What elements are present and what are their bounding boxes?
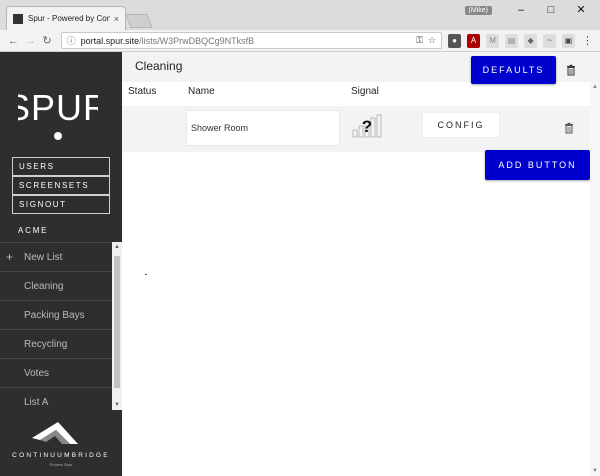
config-button[interactable]: CONFIG: [422, 112, 500, 138]
sidebar-item-list-a[interactable]: List A: [0, 387, 122, 410]
defaults-button[interactable]: DEFAULTS: [471, 56, 556, 84]
sidebar-item-cleaning[interactable]: Cleaning: [0, 271, 122, 300]
continuumbridge-logo: CONTINUUMBRIDGE Powers Spur: [12, 422, 110, 467]
bookmark-star-icon[interactable]: ☆: [428, 35, 436, 46]
sidebar: SPUR USERS SCREENSETS SIGNOUT ACME + New…: [0, 52, 122, 476]
forward-icon[interactable]: →: [23, 35, 38, 47]
close-window-button[interactable]: ✕: [568, 2, 594, 18]
main-panel: Cleaning DEFAULTS Status Name Signal Sho…: [122, 52, 600, 476]
sidebar-scrollbar[interactable]: ▲ ▼: [112, 242, 122, 410]
main-scroll-down-icon[interactable]: ▼: [590, 468, 600, 474]
signal-unknown-glyph: ?: [362, 117, 372, 136]
signal-strength-icon: ?: [352, 114, 382, 138]
address-bar[interactable]: ⓘ portal.spur.site/lists/W3PrwDBQCg9NTks…: [60, 32, 443, 49]
window-extension-icon[interactable]: ▣: [562, 33, 576, 48]
nav-users[interactable]: USERS: [12, 157, 110, 176]
favicon-icon: [13, 13, 23, 24]
menu-dots-icon[interactable]: ⋮: [581, 34, 594, 48]
tab-close-icon[interactable]: ×: [114, 14, 119, 24]
sidebar-item-packing-bays[interactable]: Packing Bays: [0, 300, 122, 329]
main-scroll-up-icon[interactable]: ▲: [590, 84, 600, 90]
url-host: portal.spur.site: [80, 35, 140, 46]
footer-brand: CONTINUUMBRIDGE: [12, 452, 110, 459]
wave-extension-icon[interactable]: ~: [543, 33, 557, 48]
delete-list-trash-icon[interactable]: [566, 64, 576, 76]
browser-toolbar: ← → ↻ ⓘ portal.spur.site/lists/W3PrwDBQC…: [0, 30, 600, 52]
main-scrollbar[interactable]: ▲ ▼: [590, 82, 600, 476]
table-row: Shower Room ? CONFIG: [122, 106, 590, 152]
stray-mark: [145, 274, 147, 275]
new-list-label: New List: [24, 251, 63, 263]
key-icon[interactable]: ⚿: [416, 35, 423, 46]
profile-badge[interactable]: (Mike): [464, 5, 492, 15]
logo-text: SPUR: [18, 87, 98, 128]
browser-tabstrip: Spur - Powered by Conti × (Mike) – □ ✕: [0, 0, 600, 30]
window-controls: (Mike) – □ ✕: [464, 2, 594, 18]
dropbox-extension-icon[interactable]: ◆: [524, 33, 538, 48]
nav-screensets[interactable]: SCREENSETS: [12, 176, 110, 195]
col-name: Name: [188, 86, 215, 97]
scroll-down-icon[interactable]: ▼: [112, 400, 122, 410]
url-path: /lists/W3PrwDBQCg9NTksfB: [139, 35, 255, 46]
spur-logo[interactable]: SPUR: [18, 74, 98, 144]
maximize-button[interactable]: □: [538, 2, 564, 18]
evernote-extension-icon[interactable]: ●: [448, 33, 462, 48]
plus-icon: +: [6, 250, 14, 264]
reload-icon[interactable]: ↻: [40, 34, 55, 47]
delete-row-trash-icon[interactable]: [564, 122, 574, 134]
pdf-extension-icon[interactable]: A: [467, 33, 481, 48]
new-list-item[interactable]: + New List: [0, 242, 122, 271]
sidebar-item-recycling[interactable]: Recycling: [0, 329, 122, 358]
org-name: ACME: [18, 226, 49, 235]
col-status: Status: [128, 86, 157, 97]
browser-tab[interactable]: Spur - Powered by Conti ×: [6, 6, 126, 30]
scroll-thumb[interactable]: [114, 256, 120, 388]
col-signal: Signal: [351, 86, 379, 97]
sidebar-item-votes[interactable]: Votes: [0, 358, 122, 387]
gmail-extension-icon[interactable]: M: [486, 33, 500, 48]
scroll-up-icon[interactable]: ▲: [112, 242, 122, 252]
nav-signout[interactable]: SIGNOUT: [12, 195, 110, 214]
list-nav: + New List Cleaning Packing Bays Recycli…: [0, 242, 122, 410]
page-title: Cleaning: [135, 59, 183, 73]
new-tab-button[interactable]: [125, 14, 153, 28]
footer-tagline: Powers Spur: [50, 462, 74, 467]
add-button-button[interactable]: ADD BUTTON: [485, 150, 590, 180]
minimize-button[interactable]: –: [508, 2, 534, 18]
docs-extension-icon[interactable]: ▤: [505, 33, 519, 48]
back-icon[interactable]: ←: [6, 35, 21, 47]
tab-title: Spur - Powered by Conti: [28, 14, 110, 23]
info-icon[interactable]: ⓘ: [67, 34, 76, 47]
button-name-field[interactable]: Shower Room: [186, 110, 340, 146]
